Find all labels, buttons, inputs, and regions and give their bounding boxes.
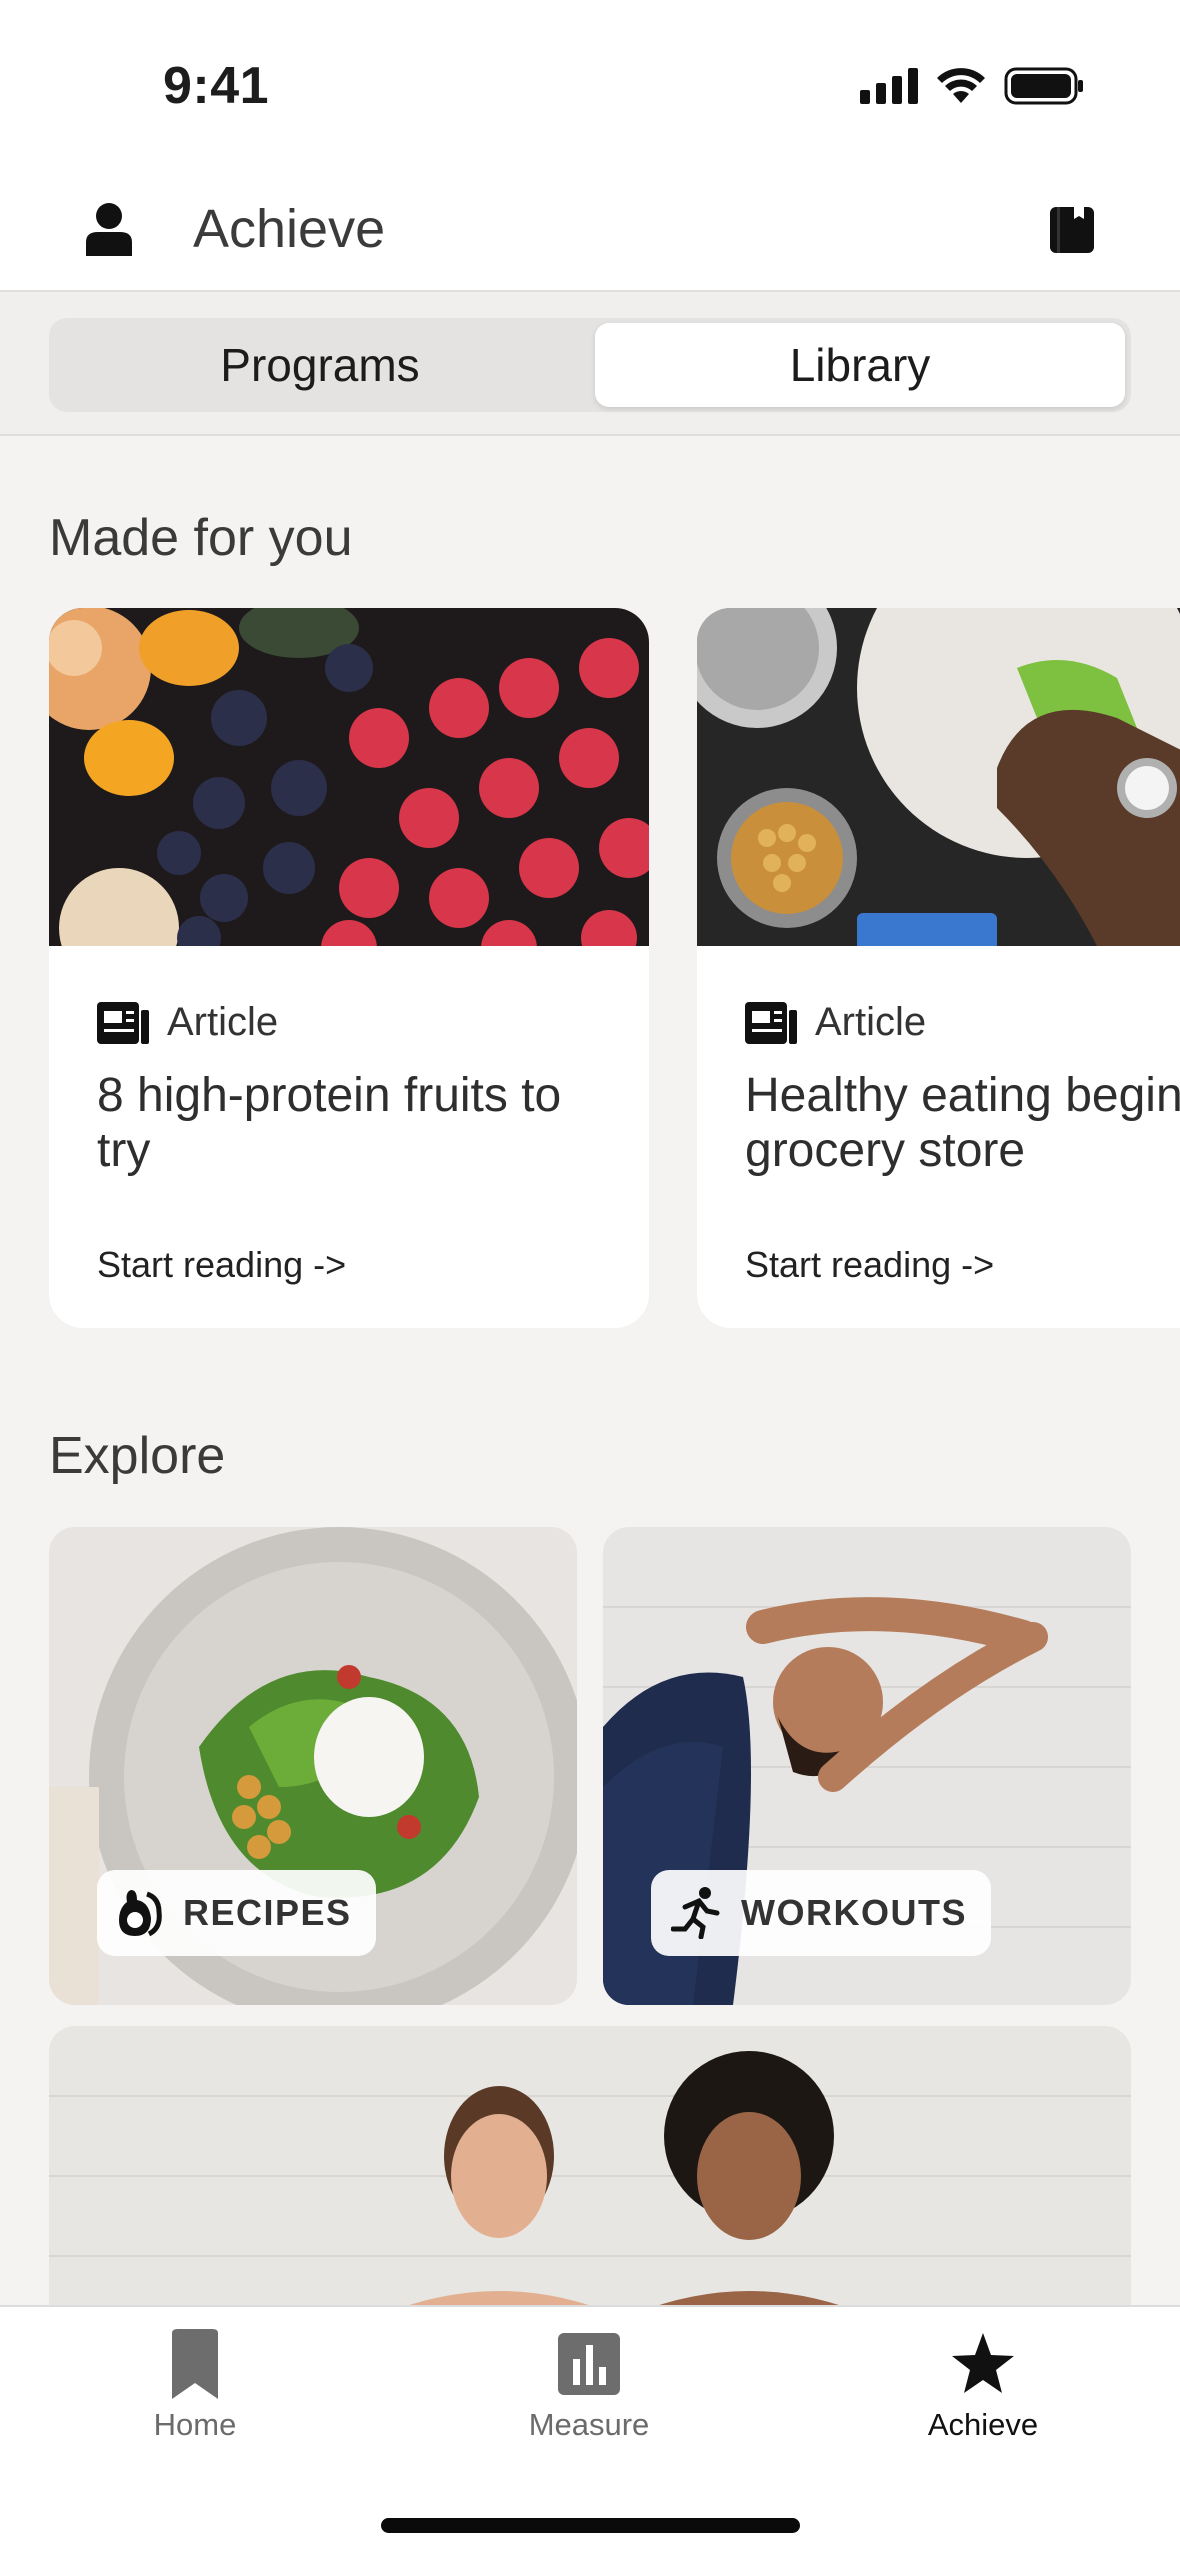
home-indicator	[381, 2518, 800, 2533]
nav-measure-label: Measure	[528, 2407, 650, 2442]
article-type-label: Article	[815, 1000, 927, 1044]
profile-icon[interactable]	[84, 202, 134, 256]
cellular-signal-icon	[860, 68, 918, 104]
made-for-you-heading: Made for you	[49, 509, 353, 567]
workouts-tile[interactable]: WORKOUTS	[603, 1527, 1131, 2005]
status-icons	[860, 66, 1084, 106]
nav-achieve[interactable]: Achieve	[873, 2329, 1093, 2443]
article-type-label: Article	[167, 1000, 279, 1044]
wifi-icon	[937, 68, 985, 103]
book-icon[interactable]	[1050, 207, 1094, 253]
nav-measure[interactable]: Measure	[479, 2329, 699, 2443]
status-bar: 9:41	[0, 0, 1180, 170]
recipes-badge: RECIPES	[97, 1870, 376, 1956]
segment-bar: Programs Library	[0, 292, 1180, 436]
page-title: Achieve	[193, 199, 386, 259]
article-card[interactable]: Article Healthy eating begins in the gro…	[697, 608, 1180, 1328]
bottom-nav: Home Measure Achieve	[0, 2305, 1180, 2553]
battery-icon	[1004, 67, 1083, 105]
recipes-label: RECIPES	[183, 1892, 352, 1933]
article-type: Article	[745, 1000, 926, 1045]
fruits-image	[49, 608, 649, 946]
running-icon	[671, 1887, 720, 1939]
app-header: Achieve	[0, 170, 1180, 292]
start-reading-link[interactable]: Start reading ->	[97, 1244, 346, 1286]
start-reading-link[interactable]: Start reading ->	[745, 1244, 994, 1286]
tab-programs[interactable]: Programs	[55, 323, 585, 407]
article-title: Healthy eating begins in the grocery sto…	[745, 1069, 1180, 1177]
article-icon	[745, 1001, 797, 1044]
explore-heading: Explore	[49, 1427, 226, 1485]
recipes-tile[interactable]: RECIPES	[49, 1527, 577, 2005]
tab-library[interactable]: Library	[595, 323, 1125, 407]
grocery-image	[697, 608, 1180, 946]
article-type: Article	[97, 1000, 278, 1045]
nav-home-label: Home	[153, 2407, 237, 2442]
article-title: 8 high-protein fruits to try	[97, 1069, 562, 1177]
bookmark-icon	[172, 2329, 218, 2399]
segmented-control: Programs Library	[49, 318, 1131, 412]
nav-home[interactable]: Home	[85, 2329, 305, 2443]
article-icon	[97, 1001, 149, 1044]
avocado-icon	[119, 1890, 162, 1937]
bar-chart-icon	[558, 2333, 620, 2395]
workouts-label: WORKOUTS	[741, 1892, 967, 1933]
star-icon	[952, 2333, 1014, 2393]
status-time: 9:41	[163, 57, 270, 115]
workouts-badge: WORKOUTS	[651, 1870, 991, 1956]
article-card[interactable]: Article 8 high-protein fruits to try Sta…	[49, 608, 649, 1328]
nav-achieve-label: Achieve	[927, 2407, 1039, 2442]
